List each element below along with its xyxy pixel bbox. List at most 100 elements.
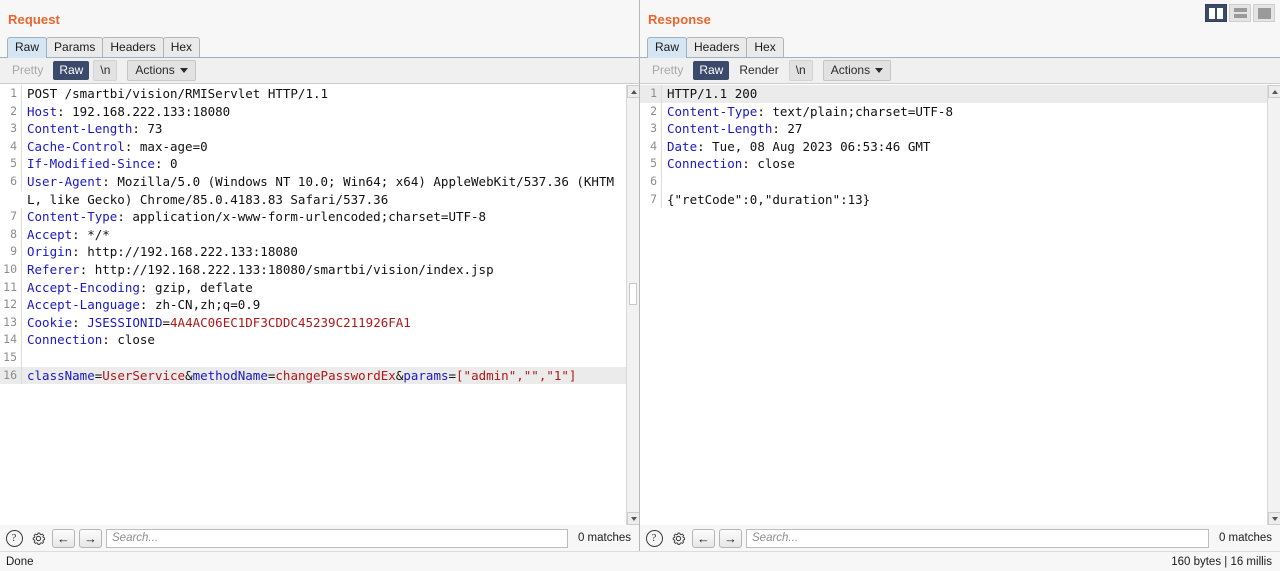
code-text: Cache-Control: max-age=0 (22, 138, 208, 156)
burp-repeater-window: Request Raw Params Headers Hex Pretty Ra… (0, 0, 1280, 571)
code-line: 6 (640, 173, 1267, 191)
response-search-input[interactable]: Search... (746, 529, 1209, 548)
scroll-down-arrow-icon[interactable] (627, 512, 639, 525)
code-text: Date: Tue, 08 Aug 2023 06:53:46 GMT (662, 138, 930, 156)
response-toolbar: Pretty Raw Render \n Actions (640, 58, 1280, 84)
layout-split-horizontal-button[interactable] (1229, 4, 1251, 22)
response-editor-wrap: 1HTTP/1.1 2002Content-Type: text/plain;c… (640, 84, 1280, 525)
line-number: 12 (0, 296, 22, 314)
response-match-count: 0 matches (1213, 532, 1274, 544)
request-search-input[interactable]: Search... (106, 529, 568, 548)
layout-single-pane-button[interactable] (1253, 4, 1275, 22)
gear-icon-svg (670, 530, 687, 547)
response-pretty-button[interactable]: Pretty (646, 61, 689, 80)
response-tab-strip: Raw Headers Hex (640, 36, 1280, 58)
panes-container: Request Raw Params Headers Hex Pretty Ra… (0, 0, 1280, 551)
request-pretty-button[interactable]: Pretty (6, 61, 49, 80)
code-line: 2Host: 192.168.222.133:18080 (0, 103, 626, 121)
line-number: 14 (0, 331, 22, 349)
gear-icon[interactable] (668, 528, 688, 548)
single-pane-icon (1258, 8, 1271, 19)
layout-split-vertical-button[interactable] (1205, 4, 1227, 22)
code-text: HTTP/1.1 200 (662, 85, 757, 103)
code-line: 5If-Modified-Since: 0 (0, 155, 626, 173)
tab-response-raw[interactable]: Raw (647, 37, 687, 58)
code-text: Accept-Encoding: gzip, deflate (22, 279, 253, 297)
chevron-down-icon (875, 68, 883, 73)
line-number: 5 (0, 155, 22, 173)
request-editor-wrap: 1POST /smartbi/vision/RMIServlet HTTP/1.… (0, 84, 639, 525)
request-raw-button[interactable]: Raw (53, 61, 89, 80)
code-line: 15 (0, 349, 626, 367)
response-pane: Response Raw Headers Hex (640, 0, 1280, 551)
code-line: 16className=UserService&methodName=chang… (0, 367, 626, 385)
code-line: 3Content-Length: 73 (0, 120, 626, 138)
search-next-button[interactable]: → (719, 529, 742, 548)
code-line: 10Referer: http://192.168.222.133:18080/… (0, 261, 626, 279)
tab-response-headers[interactable]: Headers (686, 37, 747, 57)
request-newline-button[interactable]: \n (93, 60, 117, 81)
code-text: User-Agent: Mozilla/5.0 (Windows NT 10.0… (22, 173, 626, 208)
tab-request-headers[interactable]: Headers (102, 37, 163, 57)
code-line: 12Accept-Language: zh-CN,zh;q=0.9 (0, 296, 626, 314)
gear-icon[interactable] (28, 528, 48, 548)
code-line: 7Content-Type: application/x-www-form-ur… (0, 208, 626, 226)
help-icon[interactable]: ? (4, 528, 24, 548)
line-number: 9 (0, 243, 22, 261)
code-text: Content-Type: text/plain;charset=UTF-8 (662, 103, 953, 121)
request-pane: Request Raw Params Headers Hex Pretty Ra… (0, 0, 640, 551)
response-render-button[interactable]: Render (733, 61, 784, 80)
request-scrollbar[interactable] (626, 85, 639, 525)
code-text: {"retCode":0,"duration":13} (662, 191, 870, 209)
code-line: 3Content-Length: 27 (640, 120, 1267, 138)
code-line: 7{"retCode":0,"duration":13} (640, 191, 1267, 209)
scroll-down-arrow-icon[interactable] (1268, 512, 1280, 525)
line-number: 11 (0, 279, 22, 297)
code-line: 14Connection: close (0, 331, 626, 349)
search-previous-button[interactable]: ← (692, 529, 715, 548)
line-number: 3 (0, 120, 22, 138)
code-text: If-Modified-Since: 0 (22, 155, 178, 173)
response-panel-header: Response (640, 0, 1280, 36)
response-search-bar: ? ← → Search... 0 matches (640, 525, 1280, 551)
request-editor[interactable]: 1POST /smartbi/vision/RMIServlet HTTP/1.… (0, 85, 626, 525)
code-text: Origin: http://192.168.222.133:18080 (22, 243, 298, 261)
gear-icon-svg (30, 530, 47, 547)
scrollbar-thumb[interactable] (629, 283, 637, 305)
line-number: 1 (640, 85, 662, 103)
request-actions-button[interactable]: Actions (127, 60, 195, 81)
chevron-down-icon (180, 68, 188, 73)
tab-request-hex[interactable]: Hex (163, 37, 200, 57)
scroll-up-arrow-icon[interactable] (1268, 85, 1280, 98)
code-text: Content-Length: 73 (22, 120, 162, 138)
code-text: Accept-Language: zh-CN,zh;q=0.9 (22, 296, 260, 314)
code-text: Cookie: JSESSIONID=4A4AC06EC1DF3CDDC4523… (22, 314, 411, 332)
tab-request-params[interactable]: Params (46, 37, 103, 57)
search-next-button[interactable]: → (79, 529, 102, 548)
code-text: Content-Length: 27 (662, 120, 802, 138)
status-right-text: 160 bytes | 16 millis (1171, 556, 1272, 568)
response-raw-button[interactable]: Raw (693, 61, 729, 80)
scroll-up-arrow-icon[interactable] (627, 85, 639, 98)
code-text: className=UserService&methodName=changeP… (22, 367, 576, 385)
code-text: Accept: */* (22, 226, 110, 244)
code-line: 11Accept-Encoding: gzip, deflate (0, 279, 626, 297)
code-line: 9Origin: http://192.168.222.133:18080 (0, 243, 626, 261)
code-line: 1HTTP/1.1 200 (640, 85, 1267, 103)
response-scrollbar[interactable] (1267, 85, 1280, 525)
code-line: 5Connection: close (640, 155, 1267, 173)
search-previous-button[interactable]: ← (52, 529, 75, 548)
code-text: Content-Type: application/x-www-form-url… (22, 208, 486, 226)
code-text: Host: 192.168.222.133:18080 (22, 103, 230, 121)
tab-response-hex[interactable]: Hex (746, 37, 783, 57)
response-newline-button[interactable]: \n (789, 60, 813, 81)
help-icon[interactable]: ? (644, 528, 664, 548)
response-actions-button[interactable]: Actions (823, 60, 891, 81)
line-number: 13 (0, 314, 22, 332)
tab-request-raw[interactable]: Raw (7, 37, 47, 58)
code-line: 13Cookie: JSESSIONID=4A4AC06EC1DF3CDDC45… (0, 314, 626, 332)
line-number: 3 (640, 120, 662, 138)
line-number: 10 (0, 261, 22, 279)
response-editor[interactable]: 1HTTP/1.1 2002Content-Type: text/plain;c… (640, 85, 1267, 525)
line-number: 4 (640, 138, 662, 156)
